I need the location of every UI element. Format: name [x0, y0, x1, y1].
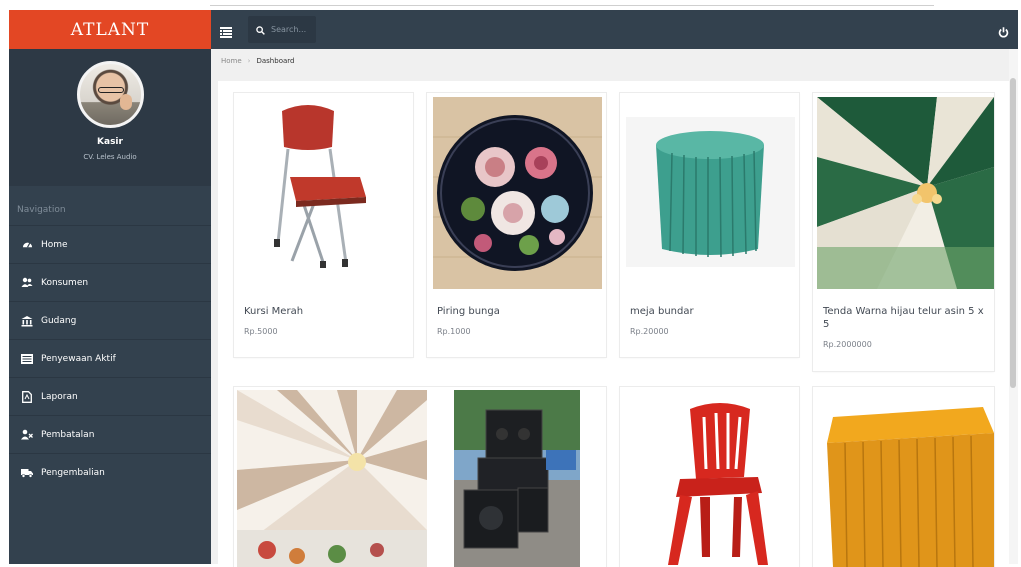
sidebar: ATLANT Kasir CV. Leles Audio Navigation … — [9, 10, 211, 564]
sidebar-item-pembatalan[interactable]: Pembatalan — [9, 415, 211, 453]
sidebar-item-penyewaan-aktif[interactable]: Penyewaan Aktif — [9, 339, 211, 377]
product-image-chair[interactable] — [234, 93, 413, 293]
brand-logo[interactable]: ATLANT — [9, 10, 211, 49]
file-icon — [21, 390, 33, 403]
breadcrumb: Home › Dashboard — [211, 49, 1018, 73]
avatar-glasses — [97, 87, 124, 93]
product-card[interactable] — [813, 387, 994, 567]
product-title[interactable]: Tenda Warna hijau telur asin 5 x 5 — [823, 305, 989, 331]
avatar[interactable] — [76, 61, 144, 128]
product-image-sound-system[interactable] — [454, 390, 580, 567]
product-price: Rp.1000 — [437, 327, 471, 336]
profile-name: Kasir — [97, 137, 123, 147]
avatar-hand — [119, 94, 132, 110]
product-price: Rp.5000 — [244, 327, 278, 336]
breadcrumb-current: Dashboard — [256, 57, 295, 65]
product-image-orange-table[interactable] — [823, 397, 994, 567]
sidebar-item-label: Gudang — [41, 315, 77, 326]
sidebar-item-label: Penyewaan Aktif — [41, 353, 116, 364]
breadcrumb-separator: › — [247, 57, 251, 65]
user-times-icon — [21, 429, 33, 441]
product-card[interactable] — [620, 387, 799, 567]
product-price: Rp.2000000 — [823, 340, 872, 349]
product-price: Rp.20000 — [630, 327, 669, 336]
bank-icon — [21, 315, 33, 327]
sidebar-item-label: Laporan — [41, 391, 78, 402]
sidebar-item-gudang[interactable]: Gudang — [9, 301, 211, 339]
search-input[interactable] — [271, 25, 315, 34]
product-title[interactable]: Piring bunga — [437, 305, 500, 318]
search-icon — [256, 20, 265, 39]
main-content: Kursi Merah Rp.5000 Piring bunga Rp.1000… — [211, 73, 1018, 567]
breadcrumb-home-link[interactable]: Home — [221, 57, 242, 65]
sidebar-item-label: Pengembalian — [41, 467, 105, 478]
product-image-plate[interactable] — [433, 97, 602, 289]
sidebar-item-label: Pembatalan — [41, 429, 95, 440]
power-icon[interactable] — [998, 23, 1010, 38]
product-card[interactable]: Tenda Warna hijau telur asin 5 x 5 Rp.20… — [813, 93, 994, 371]
profile-company: CV. Leles Audio — [83, 153, 137, 161]
sidebar-item-pengembalian[interactable]: Pengembalian — [9, 453, 211, 491]
sidebar-item-laporan[interactable]: Laporan — [9, 377, 211, 415]
product-card[interactable]: meja bundar Rp.20000 — [620, 93, 799, 357]
nav-title: Navigation — [17, 205, 66, 215]
menu-toggle-icon[interactable] — [220, 23, 232, 38]
product-title[interactable]: meja bundar — [630, 305, 694, 318]
list-icon — [21, 353, 33, 365]
product-image-red-plastic-chair[interactable] — [640, 397, 780, 567]
scrollbar-thumb[interactable] — [1010, 78, 1016, 388]
search-box[interactable] — [248, 16, 316, 43]
users-icon — [21, 277, 33, 289]
profile-panel: Kasir CV. Leles Audio — [9, 49, 211, 186]
product-image-round-table[interactable] — [626, 117, 795, 267]
product-card[interactable] — [234, 387, 606, 567]
product-title[interactable]: Kursi Merah — [244, 305, 303, 318]
product-card[interactable]: Kursi Merah Rp.5000 — [234, 93, 413, 357]
product-panel: Kursi Merah Rp.5000 Piring bunga Rp.1000… — [218, 81, 1011, 567]
sidebar-item-label: Home — [41, 239, 68, 250]
truck-icon — [21, 467, 33, 479]
product-card[interactable]: Piring bunga Rp.1000 — [427, 93, 606, 357]
top-bar — [211, 10, 1018, 49]
app-window: ATLANT Kasir CV. Leles Audio Navigation … — [0, 0, 1021, 567]
sidebar-item-label: Konsumen — [41, 277, 89, 288]
dashboard-icon — [21, 239, 33, 251]
sidebar-item-konsumen[interactable]: Konsumen — [9, 263, 211, 301]
sidebar-item-home[interactable]: Home — [9, 225, 211, 263]
top-divider — [210, 5, 934, 6]
product-image-white-tent[interactable] — [237, 390, 427, 567]
product-image-green-tent[interactable] — [817, 97, 994, 289]
